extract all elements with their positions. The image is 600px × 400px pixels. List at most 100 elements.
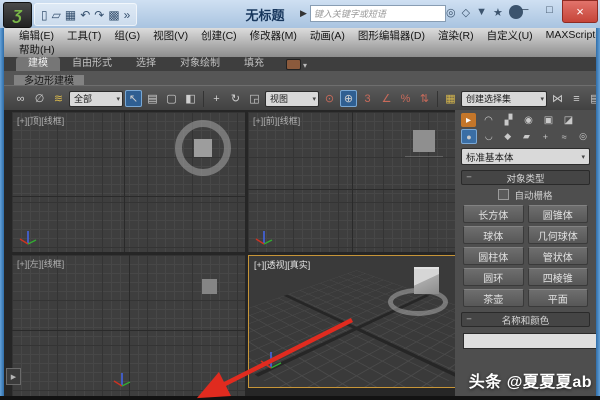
name-color-rollout[interactable]: 名称和颜色 <box>461 312 590 327</box>
window-border-right <box>596 28 600 400</box>
search-icon[interactable] <box>446 6 456 19</box>
spacewarps-category-icon[interactable] <box>557 130 571 143</box>
lights-category-icon[interactable] <box>501 130 515 143</box>
menu-modifiers[interactable]: 修改器(M) <box>250 28 297 43</box>
select-and-move-icon[interactable] <box>208 90 225 107</box>
ribbon-tab-selection[interactable]: 选择 <box>124 57 168 71</box>
viewcube[interactable] <box>175 120 231 176</box>
communication-center-icon[interactable] <box>476 6 487 18</box>
cameras-category-icon[interactable] <box>520 130 534 143</box>
align-icon[interactable] <box>568 90 585 107</box>
utilities-tab-icon[interactable] <box>561 113 576 127</box>
new-scene-icon[interactable] <box>41 8 48 22</box>
menu-customize[interactable]: 自定义(U) <box>487 28 533 43</box>
select-by-name-icon[interactable] <box>144 90 161 107</box>
viewcube[interactable] <box>202 279 217 294</box>
primitive-cone-button[interactable]: 圆锥体 <box>527 205 588 223</box>
toolbar-overflow-icon[interactable] <box>124 8 131 22</box>
ribbon-tab-object-paint[interactable]: 对象绘制 <box>168 57 232 71</box>
systems-category-icon[interactable] <box>576 130 590 143</box>
mirror-icon[interactable] <box>549 90 566 107</box>
primitive-box-button[interactable]: 长方体 <box>463 205 524 223</box>
snap-toggle-3d-icon[interactable] <box>359 90 376 107</box>
select-and-manipulate-icon[interactable] <box>340 90 357 107</box>
hierarchy-tab-icon[interactable] <box>501 113 516 127</box>
select-and-scale-icon[interactable] <box>246 90 263 107</box>
modify-tab-icon[interactable] <box>481 113 496 127</box>
viewcube[interactable] <box>414 269 439 294</box>
primitive-cylinder-button[interactable]: 圆柱体 <box>463 247 524 265</box>
minimize-button[interactable] <box>512 0 537 19</box>
rectangular-selection-icon[interactable] <box>163 90 180 107</box>
create-tab-icon[interactable] <box>461 113 476 127</box>
primitive-sphere-button[interactable]: 球体 <box>463 226 524 244</box>
selection-set-dropdown[interactable]: 创建选择集 <box>461 90 547 107</box>
selection-filter-dropdown[interactable]: 全部 <box>69 90 123 107</box>
search-input[interactable] <box>309 5 446 22</box>
search-expand-icon[interactable] <box>300 8 307 19</box>
primitive-plane-button[interactable]: 平面 <box>527 289 588 307</box>
close-button[interactable] <box>562 0 598 23</box>
helpers-category-icon[interactable] <box>538 130 552 143</box>
ribbon-tab-modeling[interactable]: 建模 <box>16 57 60 71</box>
select-and-link-icon[interactable] <box>12 90 29 107</box>
menu-group[interactable]: 组(G) <box>114 28 140 43</box>
viewport-left-label[interactable]: [+][左][线框] <box>17 257 64 270</box>
primitive-tube-button[interactable]: 管状体 <box>527 247 588 265</box>
bind-to-spacewarp-icon[interactable] <box>50 90 67 107</box>
menu-views[interactable]: 视图(V) <box>153 28 188 43</box>
redo-icon[interactable] <box>94 8 104 22</box>
menu-animation[interactable]: 动画(A) <box>310 28 345 43</box>
viewport-front-label[interactable]: [+][前][线框] <box>253 114 300 127</box>
autogrid-checkbox[interactable] <box>498 189 510 200</box>
spinner-snap-icon[interactable] <box>416 90 433 107</box>
ribbon-dropdown-icon[interactable] <box>303 61 307 70</box>
viewport-front[interactable]: [+][前][线框] <box>248 112 455 252</box>
shapes-category-icon[interactable] <box>482 130 496 143</box>
maximize-button[interactable] <box>537 0 562 19</box>
menu-maxscript[interactable]: MAXScript(X) <box>546 29 600 41</box>
percent-snap-icon[interactable] <box>397 90 414 107</box>
primitive-geosphere-button[interactable]: 几何球体 <box>527 226 588 244</box>
geometry-category-icon[interactable] <box>461 129 477 144</box>
project-folder-icon[interactable] <box>108 8 119 22</box>
open-file-icon[interactable] <box>52 8 61 22</box>
menu-rendering[interactable]: 渲染(R) <box>438 28 474 43</box>
display-tab-icon[interactable] <box>541 113 556 127</box>
primitive-torus-button[interactable]: 圆环 <box>463 268 524 286</box>
ribbon-tab-populate[interactable]: 填充 <box>232 57 276 71</box>
object-name-input[interactable] <box>463 332 600 349</box>
save-file-icon[interactable] <box>65 8 76 22</box>
menu-graph-editors[interactable]: 图形编辑器(D) <box>358 28 425 43</box>
mini-panel-expand-icon[interactable] <box>6 368 21 385</box>
primitive-pyramid-button[interactable]: 四棱锥 <box>527 268 588 286</box>
primitive-teapot-button[interactable]: 茶壶 <box>463 289 524 307</box>
reference-coordinate-dropdown[interactable]: 视图 <box>265 90 319 107</box>
select-and-rotate-icon[interactable] <box>227 90 244 107</box>
menu-edit[interactable]: 编辑(E) <box>19 28 54 43</box>
viewport-perspective-active[interactable]: [+][透视][真实] <box>248 255 457 388</box>
viewport-left[interactable]: [+][左][线框] <box>12 255 245 396</box>
viewport-top-label[interactable]: [+][顶][线框] <box>17 114 64 127</box>
angle-snap-icon[interactable] <box>378 90 395 107</box>
viewcube[interactable] <box>405 130 443 157</box>
menu-tools[interactable]: 工具(T) <box>67 28 101 43</box>
ribbon-config-icon[interactable] <box>286 59 301 70</box>
unlink-selection-icon[interactable] <box>31 90 48 107</box>
app-menu-button[interactable] <box>3 2 32 28</box>
subscription-wrench-icon[interactable] <box>462 6 470 19</box>
viewport-top[interactable]: [+][顶][线框] <box>12 112 245 252</box>
menu-create[interactable]: 创建(C) <box>201 28 237 43</box>
named-selection-sets-icon[interactable] <box>442 90 459 107</box>
undo-icon[interactable] <box>80 8 90 22</box>
motion-tab-icon[interactable] <box>521 113 536 127</box>
object-type-rollout[interactable]: 对象类型 <box>461 170 590 185</box>
window-crossing-icon[interactable] <box>182 90 199 107</box>
select-object-icon[interactable] <box>125 90 142 107</box>
favorites-star-icon[interactable] <box>493 6 503 19</box>
primitive-category-dropdown[interactable]: 标准基本体 <box>461 148 590 165</box>
viewport-perspective-label[interactable]: [+][透视][真实] <box>254 258 310 271</box>
use-pivot-center-icon[interactable] <box>321 90 338 107</box>
ribbon-tab-freeform[interactable]: 自由形式 <box>60 57 124 71</box>
menu-help[interactable]: 帮助(H) <box>19 42 55 57</box>
